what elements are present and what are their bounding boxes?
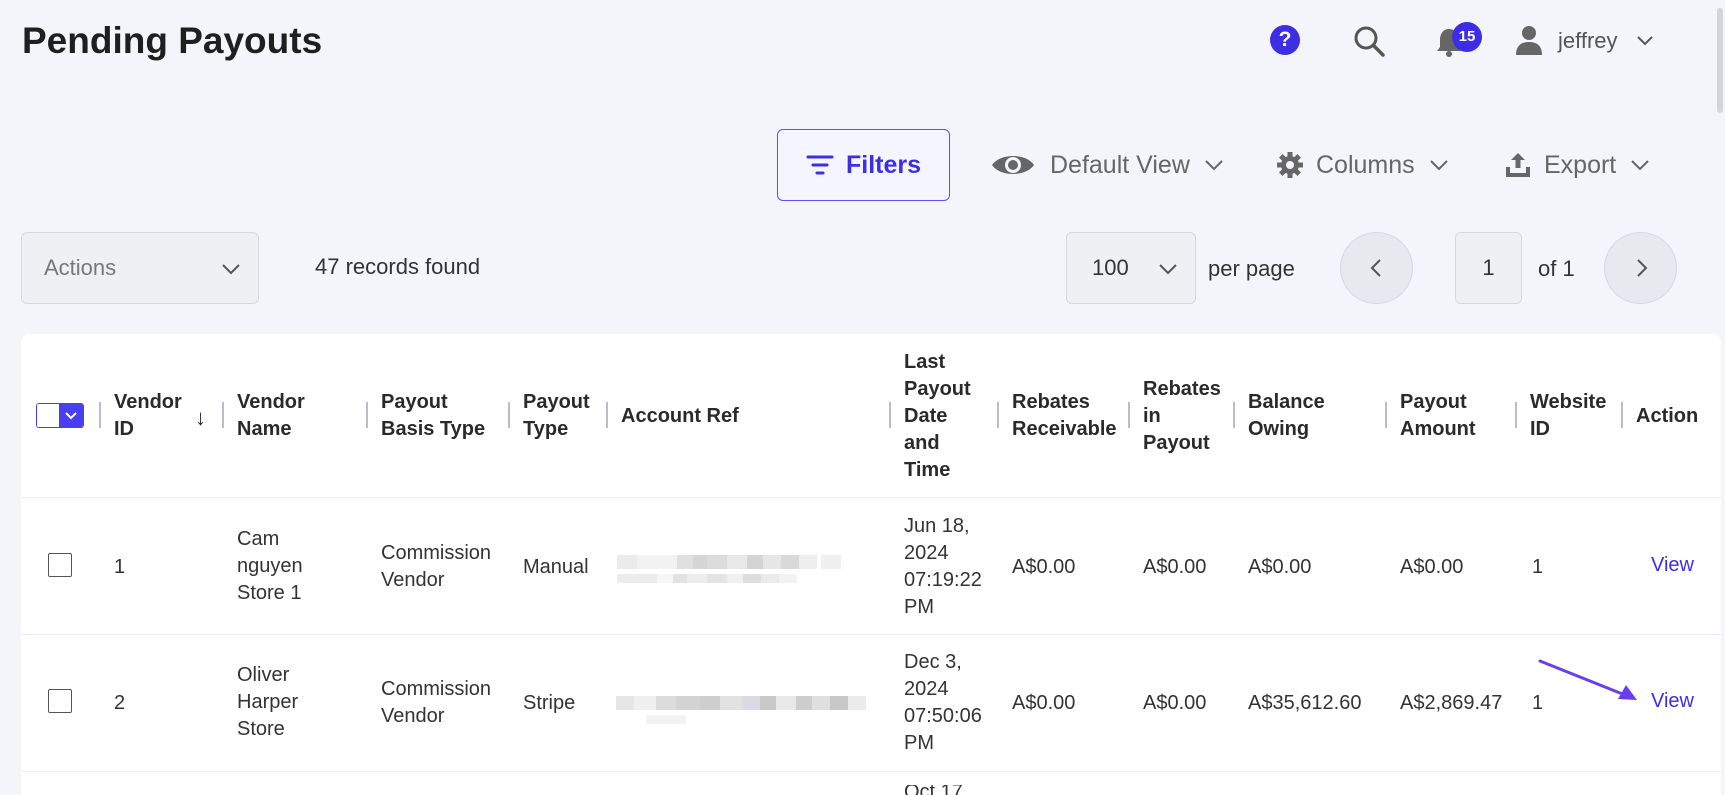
filters-label: Filters [845, 150, 922, 179]
chevron-left-icon [1370, 259, 1381, 277]
column-header-payout-basis-type[interactable]: Payout Basis Type [381, 389, 501, 443]
user-icon[interactable] [1514, 24, 1544, 56]
column-separator[interactable] [889, 402, 891, 428]
row-divider [21, 771, 1721, 772]
gear-icon [1277, 152, 1303, 178]
cell-payout-basis-type: Commission Vendor [381, 678, 492, 727]
column-separator[interactable] [1385, 402, 1387, 428]
chevron-down-icon [1631, 160, 1649, 171]
page-total: of 1 [1538, 256, 1575, 281]
filter-icon [806, 155, 834, 175]
columns-label: Columns [1316, 150, 1415, 179]
help-icon[interactable]: ? [1270, 25, 1300, 55]
chevron-down-icon[interactable] [1634, 30, 1656, 52]
column-header-last-payout[interactable]: Last Payout Date and Time [904, 349, 984, 484]
cell-vendor-id: 2 [114, 692, 126, 714]
view-link[interactable]: View [1651, 554, 1694, 577]
cell-balance-owing: A$35,612.60 [1248, 692, 1362, 714]
chevron-down-icon [1159, 264, 1177, 275]
export-dropdown[interactable]: Export [1504, 140, 1652, 190]
cell-payout-amount: A$0.00 [1400, 556, 1464, 578]
column-separator[interactable] [1233, 402, 1235, 428]
cell-payout-type: Stripe [523, 692, 576, 714]
column-header-rebates-receivable[interactable]: Rebates Receivable [1012, 389, 1122, 443]
records-count: 47 records found [315, 254, 481, 279]
row-divider [21, 634, 1721, 635]
column-separator[interactable] [508, 402, 510, 428]
cell-payout-basis-type: Commission Vendor [381, 542, 492, 591]
eye-icon [992, 156, 1034, 174]
row-checkbox[interactable] [48, 553, 72, 577]
row-divider [21, 497, 1721, 498]
column-header-website-id[interactable]: Website ID [1530, 389, 1615, 443]
cell-vendor-name: Oliver Harper Store [237, 664, 299, 740]
row-checkbox[interactable] [48, 689, 72, 713]
column-separator[interactable] [222, 402, 224, 428]
page-number-input[interactable]: 1 [1455, 232, 1522, 304]
annotation-arrow-icon [1538, 659, 1637, 700]
view-link[interactable]: View [1651, 690, 1694, 713]
chevron-down-icon [1429, 160, 1448, 171]
cell-account-ref-masked [616, 696, 871, 724]
notification-badge: 15 [1452, 22, 1482, 52]
page-title: Pending Payouts [22, 20, 323, 61]
column-separator[interactable] [606, 402, 608, 428]
column-header-vendor-name[interactable]: Vendor Name [237, 389, 327, 443]
search-icon[interactable] [1352, 24, 1386, 58]
per-page-value: 100 [1092, 255, 1129, 280]
scrollbar[interactable] [1717, 8, 1723, 113]
chevron-right-icon [1636, 259, 1647, 277]
select-all-checkbox[interactable] [36, 403, 84, 428]
export-label: Export [1544, 150, 1617, 179]
sort-indicator-icon: ↓ [195, 405, 206, 430]
cell-rebates-receivable: A$0.00 [1012, 556, 1076, 578]
cell-payout-type: Manual [523, 556, 589, 578]
column-separator[interactable] [99, 402, 101, 428]
cell-vendor-id: 1 [114, 556, 126, 578]
cell-payout-amount: A$2,869.47 [1400, 692, 1503, 714]
column-header-payout-type[interactable]: Payout Type [523, 389, 603, 443]
cell-last-payout: Dec 3, 2024 07:50:06 PM [904, 651, 982, 754]
actions-select[interactable]: Actions [21, 232, 259, 304]
column-separator[interactable] [1515, 402, 1517, 428]
cell-vendor-name: Cam nguyen Store 1 [237, 528, 303, 604]
previous-page-button[interactable] [1340, 232, 1413, 304]
cell-last-payout: Jun 18, 2024 07:19:22 PM [904, 515, 982, 618]
chevron-down-icon [1205, 160, 1223, 171]
column-separator[interactable] [1621, 402, 1623, 428]
column-header-account-ref[interactable]: Account Ref [621, 403, 821, 430]
cell-rebates-receivable: A$0.00 [1012, 692, 1076, 714]
column-header-rebates-in-payout[interactable]: Rebates in Payout [1143, 376, 1223, 457]
column-separator[interactable] [997, 402, 999, 428]
default-view-label: Default View [1050, 150, 1190, 179]
user-name[interactable]: jeffrey [1558, 28, 1618, 54]
cell-rebates-in-payout: A$0.00 [1143, 692, 1207, 714]
cell-balance-owing: A$0.00 [1248, 556, 1312, 578]
column-separator[interactable] [366, 402, 368, 428]
chevron-down-icon [65, 411, 77, 419]
default-view-dropdown[interactable]: Default View [990, 140, 1226, 190]
export-icon [1506, 153, 1530, 177]
cell-website-id: 1 [1532, 556, 1544, 578]
cell-account-ref-masked [617, 555, 842, 583]
chevron-down-icon [222, 264, 240, 275]
column-header-action: Action [1636, 405, 1699, 427]
filters-button[interactable]: Filters [777, 129, 950, 201]
column-separator[interactable] [1128, 402, 1130, 428]
cell-rebates-in-payout: A$0.00 [1143, 556, 1207, 578]
column-header-balance-owing[interactable]: Balance Owing [1248, 389, 1348, 443]
per-page-select[interactable]: 100 [1066, 232, 1196, 304]
column-header-payout-amount[interactable]: Payout Amount [1400, 389, 1500, 443]
per-page-label: per page [1208, 256, 1295, 281]
next-page-button[interactable] [1604, 232, 1677, 304]
column-header-vendor-id[interactable]: Vendor ID [114, 389, 194, 443]
columns-dropdown[interactable]: Columns [1276, 140, 1451, 190]
actions-select-value: Actions [44, 255, 117, 280]
partial-row-cell: Oct 17 [904, 785, 963, 795]
